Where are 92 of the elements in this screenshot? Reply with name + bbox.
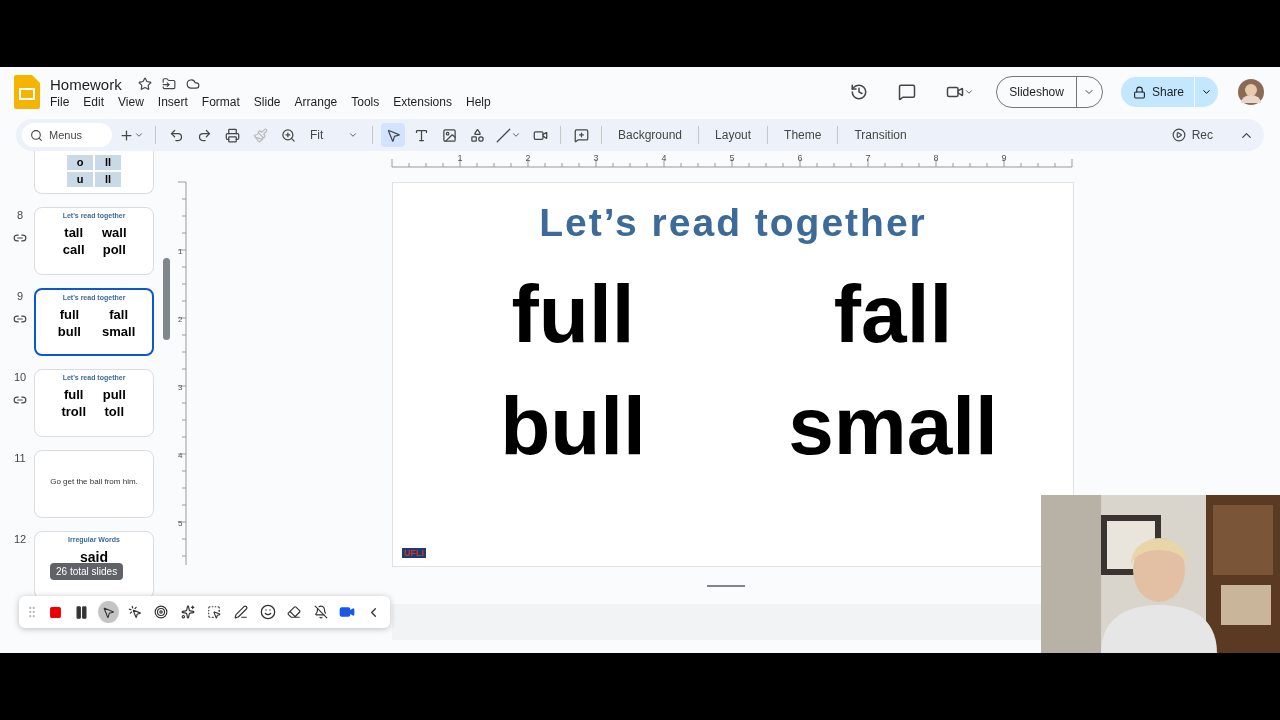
- thumbnail-sentence: Go get the ball from him.: [50, 477, 138, 486]
- stop-icon: [48, 605, 62, 619]
- image-icon: [441, 127, 457, 143]
- history-icon[interactable]: [850, 83, 869, 101]
- sparkles-icon: [180, 605, 195, 619]
- menu-item[interactable]: Help: [465, 94, 491, 109]
- thumbnail-word: wall: [102, 225, 127, 240]
- menu-item[interactable]: Arrange: [294, 94, 338, 109]
- tooltip: 26 total slides: [50, 563, 124, 580]
- toolbar-button[interactable]: Background: [610, 128, 691, 142]
- slide-number: 8: [16, 209, 24, 221]
- smiley-icon: [259, 604, 276, 620]
- slide-number: 11: [14, 452, 26, 464]
- search-menus-field[interactable]: Menus: [22, 123, 112, 147]
- menu-item[interactable]: Extensions: [393, 94, 452, 109]
- menu-item[interactable]: Insert: [157, 94, 188, 109]
- letter-tile: ll: [95, 155, 121, 170]
- thumbnail-word: said: [80, 549, 108, 565]
- select-tool-button[interactable]: [381, 123, 405, 147]
- caret-icon: [134, 130, 144, 140]
- slide-number: 12: [13, 533, 27, 545]
- toolbar-button[interactable]: Layout: [707, 128, 760, 142]
- letter-tile: ll: [95, 172, 121, 187]
- avatar[interactable]: [1238, 79, 1264, 105]
- pointer-icon: [385, 127, 401, 143]
- letter-tile: u: [67, 172, 93, 187]
- lock-icon: [1132, 85, 1146, 99]
- pointer-icon: [101, 605, 115, 619]
- caret-icon: [348, 130, 358, 140]
- comment-icon: [573, 127, 589, 143]
- camera-icon: [339, 604, 356, 620]
- cloud-icon[interactable]: [185, 77, 200, 91]
- folder-icon[interactable]: [161, 77, 176, 91]
- text-icon: [413, 127, 429, 143]
- thumbnail-word: full: [58, 307, 81, 322]
- search-icon: [30, 128, 43, 142]
- thumbnail-word: toll: [103, 404, 126, 419]
- horizontal-ruler: 1 2 3 4 5 6 7 8 9: [176, 151, 1280, 169]
- pen-icon: [234, 605, 248, 619]
- comment-icon[interactable]: [898, 83, 917, 101]
- slide-word: fall: [832, 267, 954, 361]
- rec-button[interactable]: Rec: [1168, 123, 1216, 147]
- slide-number: 10: [13, 371, 27, 383]
- printer-icon: [224, 127, 240, 143]
- eraser-icon: [287, 605, 302, 619]
- slide-word: bull: [499, 379, 647, 473]
- pointer-button[interactable]: [98, 601, 119, 623]
- thumbnail-word: poll: [102, 242, 127, 257]
- pause-icon: [74, 604, 90, 620]
- menu-item[interactable]: Format: [201, 94, 240, 109]
- scrollbar[interactable]: [163, 258, 170, 340]
- menu-item[interactable]: File: [50, 94, 70, 109]
- line-icon: [496, 127, 511, 143]
- bell-off-icon: [313, 605, 328, 619]
- plus-icon: [119, 127, 134, 143]
- thumbnail-word: troll: [61, 404, 86, 419]
- thumbnail-word: tall: [63, 225, 85, 240]
- menu-item[interactable]: View: [118, 94, 144, 109]
- zoom-icon: [280, 127, 296, 143]
- area-select-icon: [207, 605, 222, 619]
- target-icon: [154, 605, 169, 619]
- star-icon[interactable]: [137, 77, 152, 91]
- thumbnail-word: full: [62, 387, 85, 402]
- play-icon: [1171, 128, 1186, 142]
- slide-title: Let’s read together: [539, 201, 927, 245]
- menu-item[interactable]: Edit: [83, 94, 105, 109]
- menu-item[interactable]: Slide: [253, 94, 281, 109]
- thumbnail-word: call: [61, 242, 86, 257]
- slide-thumbnail[interactable]: Go get the ball from him.: [34, 450, 154, 518]
- zoom-select[interactable]: Fit: [304, 127, 364, 143]
- resize-handle[interactable]: [707, 585, 745, 587]
- click-icon: [127, 605, 142, 619]
- vertical-ruler: 1 2 3 4 5: [176, 169, 196, 569]
- logo: UFLI: [402, 548, 426, 558]
- slide-number: 9: [16, 290, 24, 302]
- document-title[interactable]: Homework: [50, 75, 122, 93]
- slide-canvas[interactable]: Let’s read together full fall bull small UFLI: [392, 182, 1074, 567]
- letter-tile: o: [67, 155, 93, 170]
- menu-item[interactable]: Tools: [351, 94, 380, 109]
- toolbar-button[interactable]: Theme: [776, 128, 830, 142]
- slide-thumbnail[interactable]: o ll u ll: [34, 151, 154, 194]
- thumbnail-word: fall: [108, 307, 129, 322]
- thumbnail-word: pull: [102, 387, 127, 402]
- slide-word: full: [510, 267, 636, 361]
- redo-icon: [196, 127, 212, 143]
- thumbnail-word: small: [102, 324, 136, 339]
- caret-icon: [511, 130, 521, 140]
- slide-word: small: [787, 379, 999, 473]
- undo-icon: [168, 127, 184, 143]
- toolbar-button[interactable]: Transition: [846, 128, 915, 142]
- thumbnail-word: bull: [56, 324, 82, 339]
- shapes-icon: [469, 127, 485, 143]
